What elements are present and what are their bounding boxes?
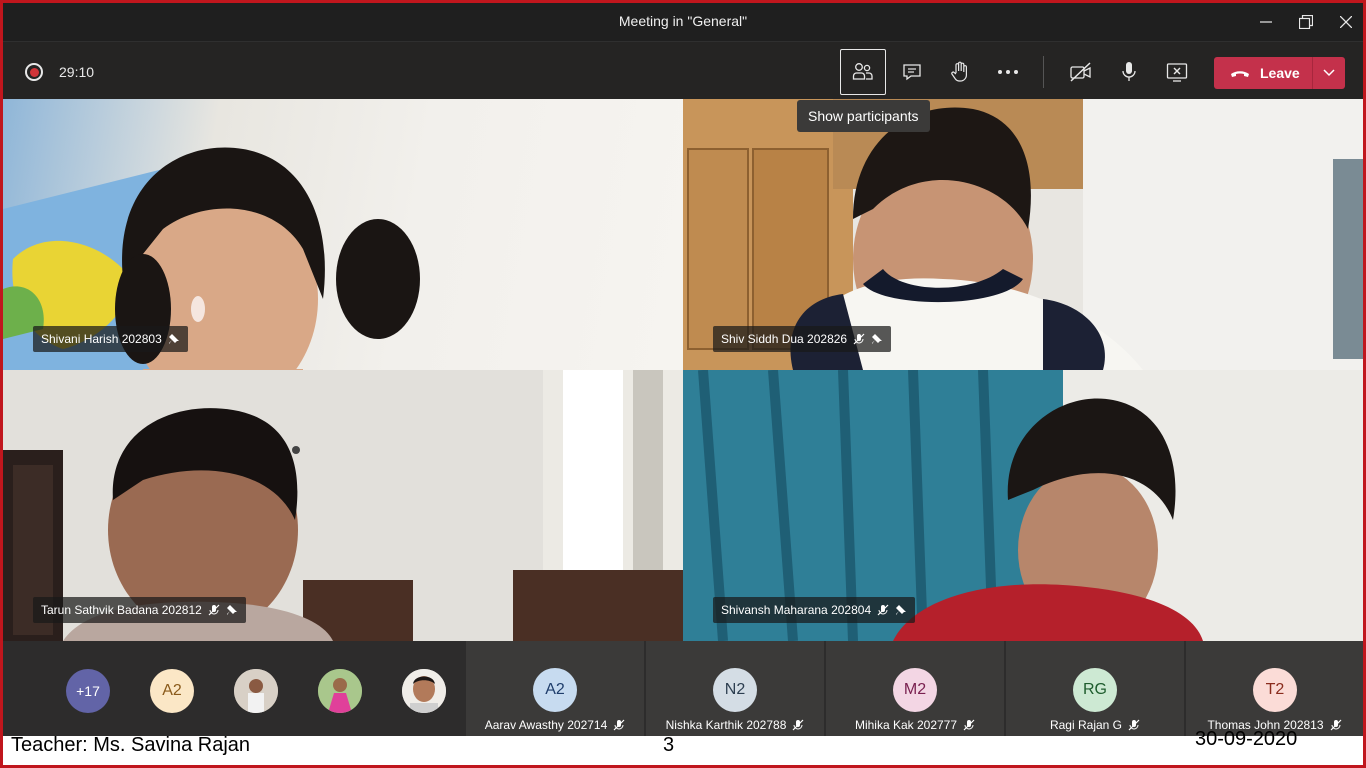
chevron-down-icon <box>1323 69 1335 77</box>
mic-muted-icon <box>853 333 865 345</box>
chat-button[interactable] <box>889 49 935 95</box>
avatar: RG <box>1073 668 1117 712</box>
screen-frame: Meeting in "General" 29:10 Leave Show pa… <box>0 0 1366 768</box>
video-tile[interactable]: Shivansh Maharana 202804 <box>683 370 1363 641</box>
participant-name: Tarun Sathvik Badana 202812 <box>41 603 202 617</box>
participant-photo-icon <box>318 669 362 713</box>
roster-overflow: +17 A2 <box>3 641 466 736</box>
camera-toggle-button[interactable] <box>1058 49 1104 95</box>
restore-icon <box>1299 15 1313 29</box>
avatar-photo[interactable] <box>402 669 446 713</box>
minimize-icon <box>1260 21 1272 23</box>
roster-card[interactable]: RG Ragi Rajan G <box>1006 641 1184 736</box>
raise-hand-button[interactable] <box>937 49 983 95</box>
avatar: A2 <box>533 668 577 712</box>
video-tile[interactable]: Shiv Siddh Dua 202826 <box>683 99 1363 370</box>
chat-icon <box>903 64 921 81</box>
tooltip: Show participants <box>797 100 930 132</box>
participant-name-tag: Shiv Siddh Dua 202826 <box>713 326 892 352</box>
camera-off-icon <box>1070 62 1091 82</box>
page-number: 3 <box>663 734 675 756</box>
toolbar-divider <box>1043 56 1044 88</box>
mic-muted-icon <box>963 719 975 731</box>
leave-button-group: Leave <box>1214 57 1345 89</box>
roster-card[interactable]: M2 Mihika Kak 202777 <box>826 641 1004 736</box>
window-title: Meeting in "General" <box>618 13 748 29</box>
phone-hangup-icon <box>1231 71 1249 77</box>
participant-name-tag: Shivansh Maharana 202804 <box>713 597 916 623</box>
participants-icon <box>852 63 873 80</box>
avatar-photo[interactable] <box>318 669 362 713</box>
mic-muted-icon <box>208 604 220 616</box>
participant-name: Shiv Siddh Dua 202826 <box>721 332 848 346</box>
mic-icon <box>1122 62 1136 81</box>
meeting-toolbar: 29:10 Leave <box>3 41 1363 99</box>
video-grid: Shivani Harish 202803 Shiv Siddh Dua 202… <box>3 99 1363 641</box>
avatar: T2 <box>1253 668 1297 712</box>
more-actions-button[interactable] <box>985 49 1031 95</box>
meeting-timer: 29:10 <box>59 64 95 80</box>
roster-name: Nishka Karthik 202788 <box>646 718 824 732</box>
participant-name: Shivansh Maharana 202804 <box>721 603 872 617</box>
roster-card[interactable]: N2 Nishka Karthik 202788 <box>646 641 824 736</box>
participant-photo-icon <box>402 669 446 713</box>
slide-footer: Teacher: Ms. Savina Rajan 3 30-09-2020 <box>3 728 1363 765</box>
recording-icon <box>25 63 43 81</box>
pin-icon[interactable] <box>871 333 883 345</box>
participant-roster: +17 A2 A2 Aarav Awasthy 202714 N2 Nishka… <box>3 641 1363 736</box>
mic-muted-icon <box>877 604 889 616</box>
mic-muted-icon <box>1128 719 1140 731</box>
mic-muted-icon <box>792 719 804 731</box>
participant-photo-icon <box>234 669 278 713</box>
leave-button[interactable]: Leave <box>1214 57 1312 89</box>
participant-name: Shivani Harish 202803 <box>41 332 162 346</box>
show-participants-button[interactable] <box>840 49 886 95</box>
more-participants-avatar[interactable]: +17 <box>66 669 110 713</box>
stop-share-icon <box>1166 63 1188 82</box>
close-window-button[interactable] <box>1323 3 1363 41</box>
stop-sharing-button[interactable] <box>1154 49 1200 95</box>
video-tile[interactable]: Shivani Harish 202803 <box>3 99 683 370</box>
footer-date: 30-09-2020 <box>1195 728 1298 750</box>
roster-name: Mihika Kak 202777 <box>826 718 1004 732</box>
title-bar: Meeting in "General" <box>3 3 1363 41</box>
mic-muted-icon <box>1330 719 1341 731</box>
pin-icon[interactable] <box>226 604 238 616</box>
avatar-photo[interactable] <box>234 669 278 713</box>
raise-hand-icon <box>951 61 967 82</box>
participant-name-tag: Shivani Harish 202803 <box>33 326 188 352</box>
more-icon <box>998 70 1018 74</box>
roster-card[interactable]: T2 Thomas John 202813 <box>1186 641 1363 736</box>
teacher-label: Teacher: Ms. Savina Rajan <box>11 734 251 756</box>
close-icon <box>1340 16 1352 28</box>
video-tile[interactable]: Tarun Sathvik Badana 202812 <box>3 370 683 641</box>
roster-card[interactable]: A2 Aarav Awasthy 202714 <box>466 641 644 736</box>
avatar: M2 <box>893 668 937 712</box>
leave-label: Leave <box>1260 65 1300 81</box>
roster-name: Aarav Awasthy 202714 <box>466 718 644 732</box>
pin-icon[interactable] <box>168 333 180 345</box>
avatar[interactable]: A2 <box>150 669 194 713</box>
avatar: N2 <box>713 668 757 712</box>
mic-muted-icon <box>613 719 625 731</box>
leave-options-button[interactable] <box>1313 69 1345 77</box>
participant-name-tag: Tarun Sathvik Badana 202812 <box>33 597 246 623</box>
pin-icon[interactable] <box>895 604 907 616</box>
microphone-button[interactable] <box>1106 49 1152 95</box>
roster-name: Ragi Rajan G <box>1006 718 1184 732</box>
